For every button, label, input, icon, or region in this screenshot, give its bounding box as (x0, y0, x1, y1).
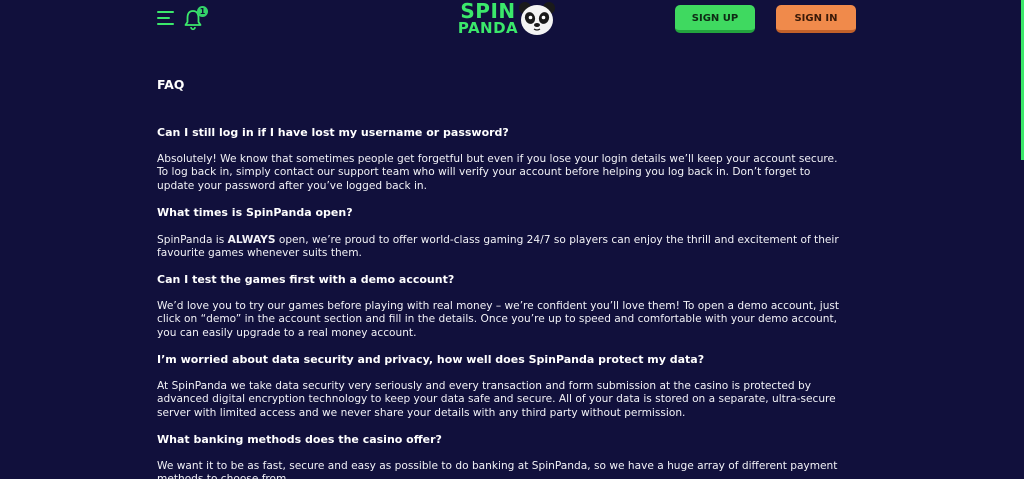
faq-answer: SpinPanda is ALWAYS open, we’re proud to… (157, 234, 847, 261)
hamburger-menu-icon[interactable] (157, 10, 177, 26)
faq-question: Can I test the games first with a demo a… (157, 273, 455, 286)
logo-wordmark: SPIN PANDA (455, 0, 521, 36)
faq-answer: Absolutely! We know that sometimes peopl… (157, 153, 838, 192)
logo-line-spin: SPIN (460, 0, 516, 23)
faq-question: Can I still log in if I have lost my use… (157, 126, 509, 139)
answer-text: SpinPanda is (157, 234, 228, 246)
faq-question: What times is SpinPanda open? (157, 206, 353, 219)
logo-line-panda: PANDA (457, 19, 519, 37)
page: 1 SPIN PANDA SIGN UP SIGN IN FAQ Can I s… (0, 0, 1024, 479)
faq-question: I’m worried about data security and priv… (157, 353, 705, 366)
sign-up-button[interactable]: SIGN UP (675, 5, 755, 33)
panda-mascot-icon (517, 0, 557, 38)
answer-emphasis: ALWAYS (227, 234, 276, 246)
faq-title: FAQ (157, 77, 185, 92)
faq-question: What banking methods does the casino off… (157, 433, 442, 446)
notification-count-badge: 1 (197, 6, 208, 17)
faq-answer: We’d love you to try our games before pl… (157, 300, 840, 339)
header: 1 SPIN PANDA SIGN UP SIGN IN (0, 0, 1024, 40)
faq-answer: We want it to be as fast, secure and eas… (157, 460, 838, 479)
faq-answer: At SpinPanda we take data security very … (157, 380, 836, 419)
sign-in-button[interactable]: SIGN IN (776, 5, 856, 33)
spinpanda-logo[interactable]: SPIN PANDA (455, 0, 559, 40)
notification-bell-icon[interactable]: 1 (184, 6, 210, 31)
